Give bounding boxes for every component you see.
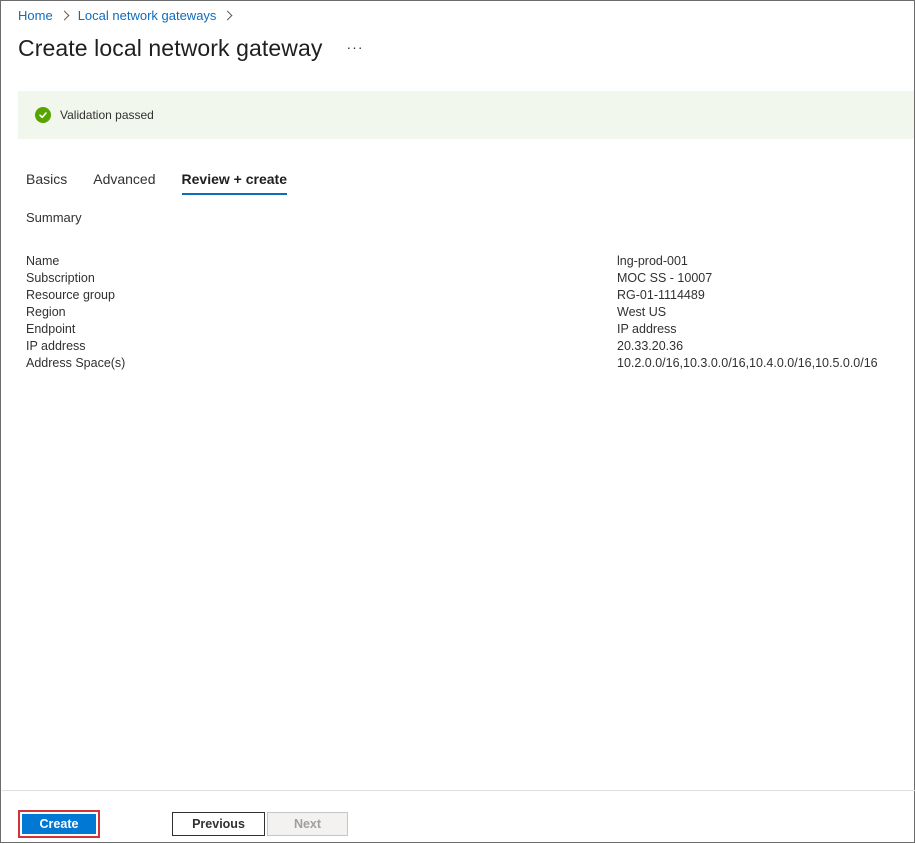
summary-value: IP address	[617, 322, 677, 336]
summary-value: 20.33.20.36	[617, 339, 684, 353]
footer-action-bar: Create Previous Next	[2, 790, 915, 844]
summary-row-subscription: Subscription MOC SS - 10007	[26, 270, 896, 287]
summary-row-name: Name lng-prod-001	[26, 253, 896, 270]
summary-key: Endpoint	[26, 322, 76, 336]
summary-value: MOC SS - 10007	[617, 271, 713, 285]
summary-key: Name	[26, 254, 60, 268]
tab-review-create[interactable]: Review + create	[181, 171, 287, 195]
breadcrumb-home-link[interactable]: Home	[18, 8, 53, 23]
summary-heading: Summary	[26, 210, 82, 225]
breadcrumb: Home Local network gateways	[18, 8, 241, 23]
chevron-right-icon	[222, 10, 233, 21]
more-options-icon[interactable]: ···	[347, 39, 364, 59]
summary-table: Name lng-prod-001 Subscription MOC SS - …	[26, 253, 896, 372]
summary-value: RG-01-1114489	[617, 288, 705, 302]
checkmark-icon	[39, 112, 47, 119]
summary-value: 10.2.0.0/16,10.3.0.0/16,10.4.0.0/16,10.5…	[617, 356, 878, 370]
validation-banner: Validation passed	[18, 91, 914, 139]
wizard-tabs: Basics Advanced Review + create	[26, 171, 313, 195]
summary-row-resource-group: Resource group RG-01-1114489	[26, 287, 896, 304]
chevron-right-icon	[59, 10, 70, 21]
summary-key: Subscription	[26, 271, 95, 285]
create-button-label[interactable]: Create	[22, 814, 96, 834]
summary-key: Address Space(s)	[26, 356, 126, 370]
summary-value: West US	[617, 305, 667, 319]
tab-basics[interactable]: Basics	[26, 171, 67, 195]
previous-button[interactable]: Previous	[172, 812, 265, 836]
summary-value: lng-prod-001	[617, 254, 688, 268]
success-check-icon	[35, 107, 51, 123]
summary-key: Resource group	[26, 288, 115, 302]
create-button[interactable]: Create	[18, 810, 100, 838]
validation-message: Validation passed	[60, 108, 154, 122]
title-row: Create local network gateway ···	[18, 35, 364, 62]
next-button: Next	[267, 812, 348, 836]
summary-key: Region	[26, 305, 66, 319]
summary-row-ip-address: IP address 20.33.20.36	[26, 338, 896, 355]
summary-row-endpoint: Endpoint IP address	[26, 321, 896, 338]
tab-advanced[interactable]: Advanced	[93, 171, 155, 195]
page-title: Create local network gateway	[18, 35, 323, 61]
breadcrumb-local-network-gateways-link[interactable]: Local network gateways	[78, 8, 217, 23]
create-local-network-gateway-blade: Home Local network gateways Create local…	[0, 0, 915, 843]
summary-row-region: Region West US	[26, 304, 896, 321]
summary-row-address-space: Address Space(s) 10.2.0.0/16,10.3.0.0/16…	[26, 355, 896, 372]
summary-key: IP address	[26, 339, 86, 353]
